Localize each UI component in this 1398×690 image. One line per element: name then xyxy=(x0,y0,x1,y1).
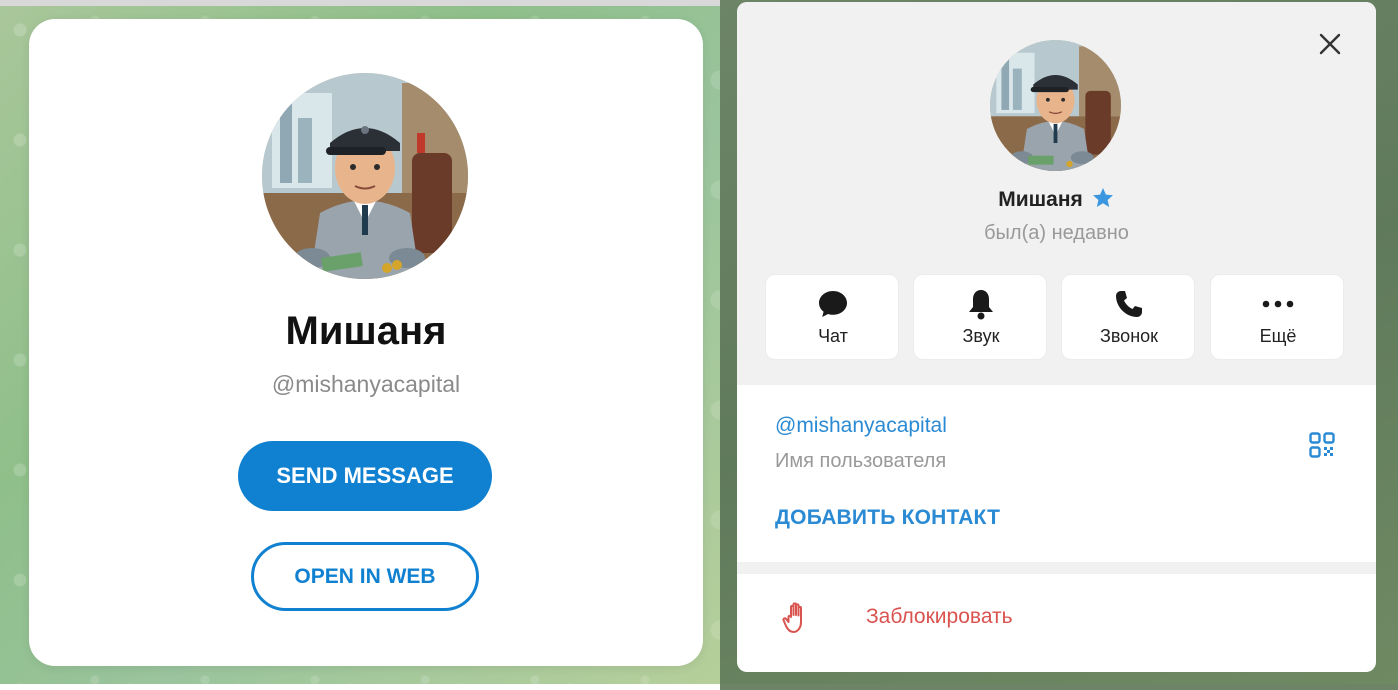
user-info-panel: Мишаня был(а) недавно Чат Звук Звонок Ещ… xyxy=(737,2,1376,672)
more-dots-icon xyxy=(1211,287,1345,321)
open-in-web-button[interactable]: OPEN IN WEB xyxy=(251,542,479,611)
close-icon[interactable] xyxy=(1316,30,1344,58)
section-divider xyxy=(737,562,1376,574)
avatar xyxy=(262,73,468,279)
chat-bubble-icon xyxy=(766,287,900,321)
chat-button[interactable]: Чат xyxy=(765,274,899,360)
sound-button-label: Звук xyxy=(962,326,1000,346)
bell-icon xyxy=(914,287,1048,321)
call-button[interactable]: Звонок xyxy=(1061,274,1195,360)
profile-username: @mishanyacapital xyxy=(271,371,461,397)
send-message-button[interactable]: SEND MESSAGE xyxy=(238,441,492,511)
block-user-label: Заблокировать xyxy=(866,605,1013,628)
premium-star-icon[interactable] xyxy=(1091,187,1115,215)
more-button[interactable]: Ещё xyxy=(1210,274,1344,360)
profile-preview-card: Мишаня @mishanyacapital SEND MESSAGE OPE… xyxy=(29,19,703,666)
right-bottom-strip xyxy=(720,684,1398,690)
qr-code-icon[interactable] xyxy=(1309,432,1335,458)
panel-name: Мишаня xyxy=(998,188,1083,211)
username-caption: Имя пользователя xyxy=(775,450,947,472)
block-user-button[interactable]: Заблокировать xyxy=(737,574,1376,664)
phone-icon xyxy=(1062,287,1196,321)
call-button-label: Звонок xyxy=(1099,326,1159,346)
last-seen-status: был(а) недавно xyxy=(984,222,1129,244)
username-link[interactable]: @mishanyacapital xyxy=(775,414,947,438)
sound-button[interactable]: Звук xyxy=(913,274,1047,360)
left-top-bar xyxy=(0,0,720,6)
add-contact-button[interactable]: ДОБАВИТЬ КОНТАКТ xyxy=(775,506,1000,530)
chat-button-label: Чат xyxy=(818,326,848,346)
profile-name: Мишаня xyxy=(285,309,447,353)
avatar[interactable] xyxy=(990,40,1121,171)
panel-name-row: Мишаня xyxy=(737,187,1376,215)
stop-hand-icon xyxy=(782,601,812,635)
left-bottom-strip xyxy=(0,684,720,690)
more-button-label: Ещё xyxy=(1259,326,1297,346)
